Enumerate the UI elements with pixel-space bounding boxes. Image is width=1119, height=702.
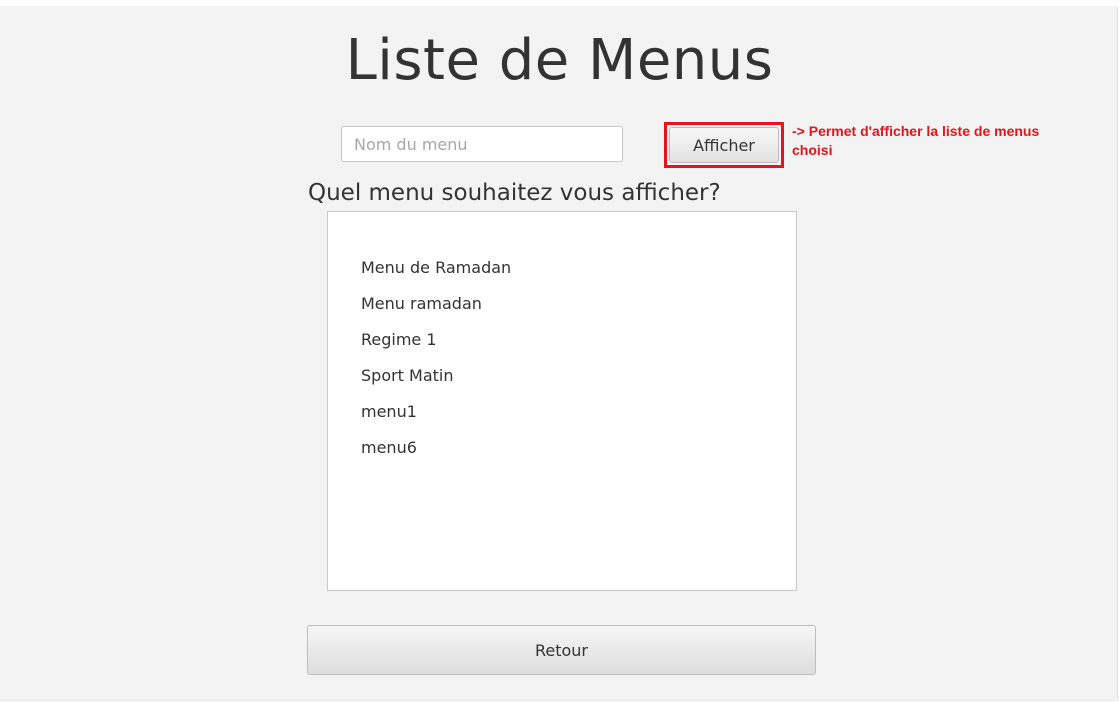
menu-list-item[interactable]: menu1: [361, 398, 796, 434]
retour-button[interactable]: Retour: [307, 625, 816, 675]
app-window: Liste de Menus Afficher -> Permet d'affi…: [0, 6, 1118, 701]
menu-list-item[interactable]: Sport Matin: [361, 362, 796, 398]
afficher-button[interactable]: Afficher: [669, 127, 779, 163]
menu-list-item[interactable]: Regime 1: [361, 326, 796, 362]
menu-list-item[interactable]: Menu de Ramadan: [361, 254, 796, 290]
menu-list-item[interactable]: menu6: [361, 434, 796, 470]
page-title: Liste de Menus: [345, 28, 774, 93]
menu-name-input[interactable]: [341, 126, 623, 162]
menu-list-item[interactable]: Menu ramadan: [361, 290, 796, 326]
menu-list[interactable]: Menu de Ramadan Menu ramadan Regime 1 Sp…: [327, 211, 797, 591]
menu-question-label: Quel menu souhaitez vous afficher?: [308, 180, 721, 206]
annotation-note: -> Permet d'afficher la liste de menus c…: [792, 123, 1040, 158]
